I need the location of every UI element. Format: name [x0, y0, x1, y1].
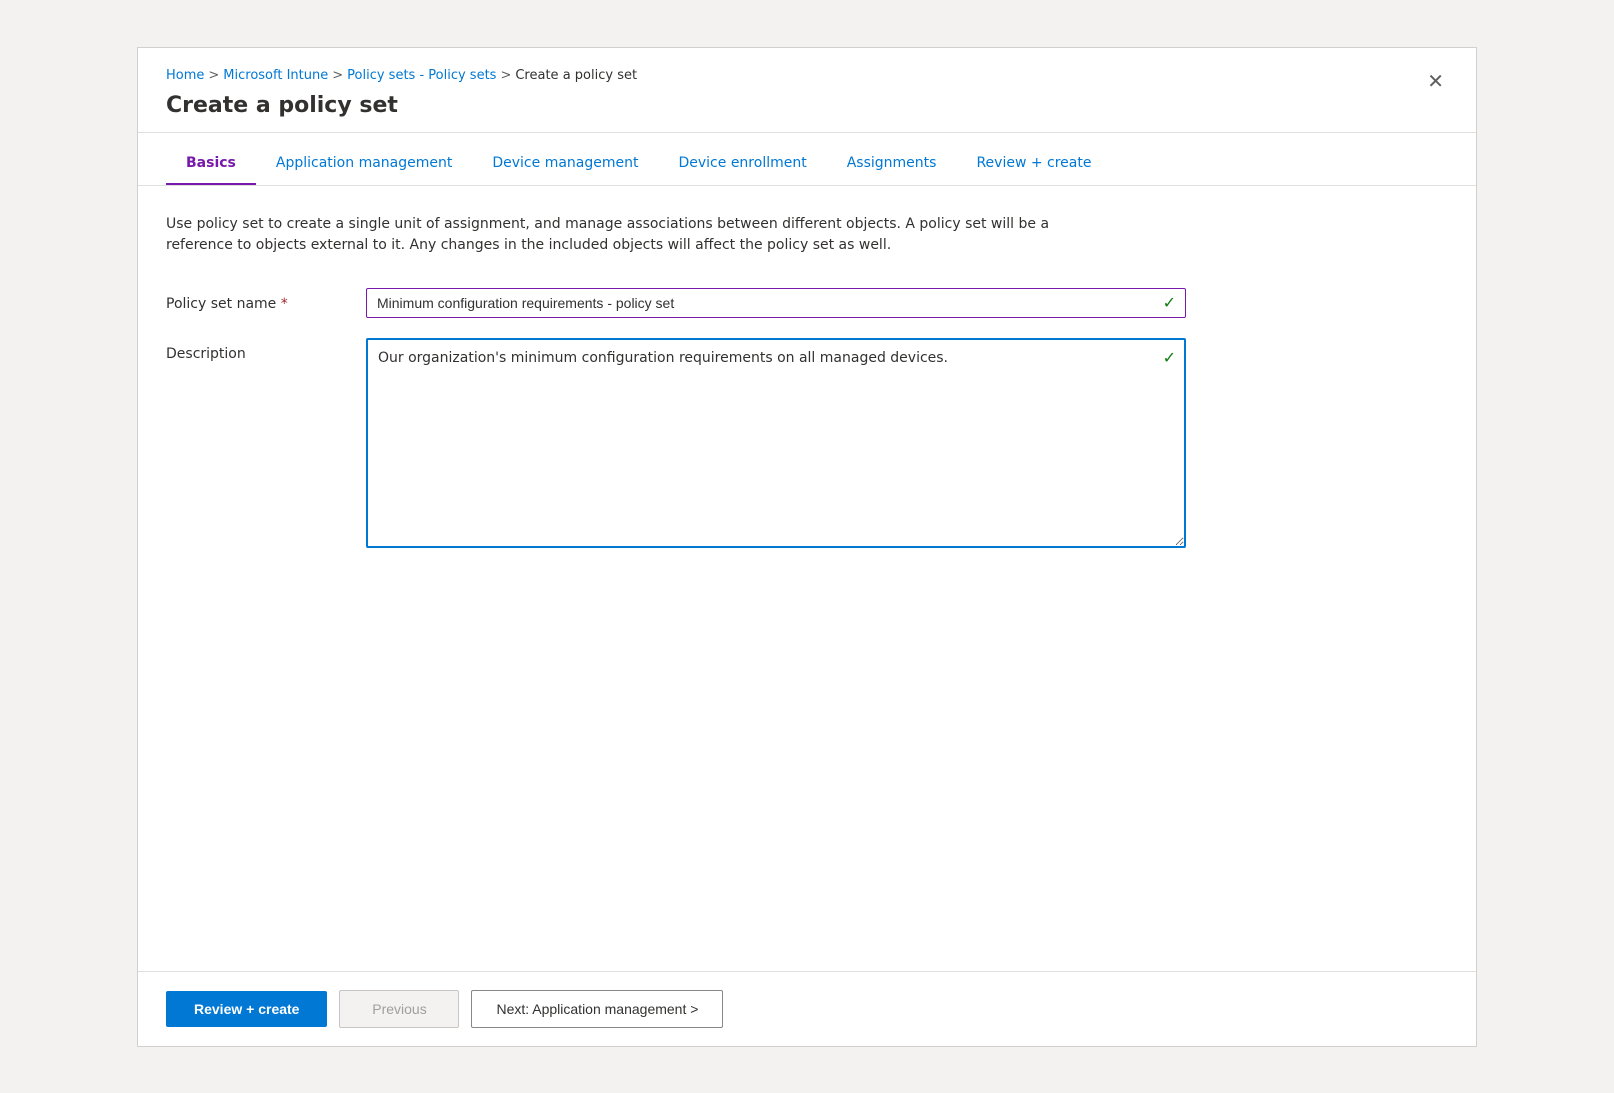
- close-button[interactable]: ✕: [1423, 68, 1448, 96]
- tab-device-enrollment[interactable]: Device enrollment: [658, 143, 826, 185]
- breadcrumb-home[interactable]: Home: [166, 68, 204, 83]
- breadcrumb-intune[interactable]: Microsoft Intune: [223, 68, 328, 83]
- policy-set-name-input[interactable]: [366, 288, 1186, 318]
- main-content: Use policy set to create a single unit o…: [138, 186, 1476, 971]
- description-row: Description Our organization's minimum c…: [166, 338, 1448, 552]
- description-check-icon: ✓: [1163, 348, 1176, 367]
- policy-set-name-check-icon: ✓: [1163, 293, 1176, 312]
- policy-set-name-field: ✓: [366, 288, 1186, 318]
- breadcrumb-sep-1: >: [208, 68, 219, 83]
- tab-assignments[interactable]: Assignments: [827, 143, 957, 185]
- required-indicator: *: [281, 296, 288, 312]
- header-left: Home > Microsoft Intune > Policy sets - …: [166, 68, 637, 118]
- tab-device-management[interactable]: Device management: [472, 143, 658, 185]
- tab-bar: Basics Application management Device man…: [138, 143, 1476, 186]
- description-label: Description: [166, 338, 366, 362]
- policy-set-name-input-wrapper: ✓: [366, 288, 1186, 318]
- breadcrumb-sep-3: >: [500, 68, 511, 83]
- policy-set-name-label: Policy set name *: [166, 288, 366, 312]
- next-button[interactable]: Next: Application management >: [471, 990, 723, 1028]
- footer: Review + create Previous Next: Applicati…: [138, 971, 1476, 1046]
- intro-description: Use policy set to create a single unit o…: [166, 214, 1066, 256]
- breadcrumb: Home > Microsoft Intune > Policy sets - …: [166, 68, 637, 83]
- review-create-button[interactable]: Review + create: [166, 991, 327, 1027]
- panel-header: Home > Microsoft Intune > Policy sets - …: [138, 48, 1476, 133]
- description-textarea-wrapper: Our organization's minimum configuration…: [366, 338, 1186, 552]
- create-policy-set-panel: Home > Microsoft Intune > Policy sets - …: [137, 47, 1477, 1047]
- description-field: Our organization's minimum configuration…: [366, 338, 1186, 552]
- tab-basics[interactable]: Basics: [166, 143, 256, 185]
- previous-button[interactable]: Previous: [339, 990, 459, 1028]
- description-textarea[interactable]: Our organization's minimum configuration…: [366, 338, 1186, 548]
- tab-review-create[interactable]: Review + create: [956, 143, 1111, 185]
- breadcrumb-current: Create a policy set: [515, 68, 637, 83]
- breadcrumb-policy-sets[interactable]: Policy sets - Policy sets: [347, 68, 496, 83]
- tab-application-management[interactable]: Application management: [256, 143, 472, 185]
- breadcrumb-sep-2: >: [332, 68, 343, 83]
- page-title: Create a policy set: [166, 93, 637, 118]
- policy-set-name-row: Policy set name * ✓: [166, 288, 1448, 318]
